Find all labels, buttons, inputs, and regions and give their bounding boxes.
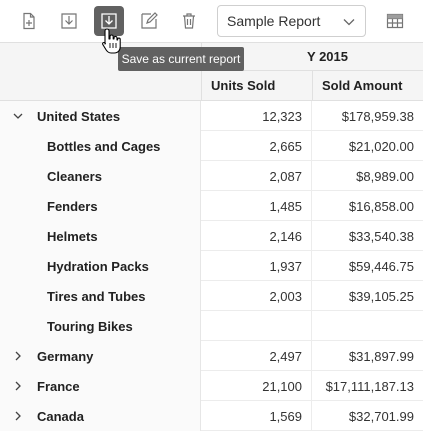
row-label: Cleaners bbox=[47, 168, 102, 184]
sold-amount-label: Sold Amount bbox=[322, 78, 403, 93]
new-report-icon bbox=[23, 12, 35, 30]
row-label: Touring Bikes bbox=[47, 318, 133, 334]
units-sold-cell[interactable]: 1,937 bbox=[201, 251, 312, 281]
tooltip-text: Save as current report bbox=[121, 52, 241, 66]
table-row: United States 12,323 $178,959.38 bbox=[0, 101, 423, 131]
year-header-label: Y 2015 bbox=[307, 49, 348, 64]
row-label: United States bbox=[37, 108, 121, 124]
pivot-grid: Y 2015 Units Sold Sold Amount United Sta… bbox=[0, 42, 423, 432]
units-sold-cell[interactable]: 2,665 bbox=[201, 131, 312, 161]
sold-amount-cell[interactable]: $39,105.25 bbox=[312, 281, 423, 311]
row-label: Bottles and Cages bbox=[47, 138, 161, 154]
table-row: Cleaners 2,087 $8,989.00 bbox=[0, 161, 423, 191]
chevron-right-icon[interactable] bbox=[12, 350, 24, 362]
row-label: Canada bbox=[37, 408, 84, 424]
grid-icon bbox=[386, 13, 404, 29]
edit-icon bbox=[141, 12, 158, 29]
row-header-cell[interactable]: United States bbox=[0, 101, 201, 131]
row-header-cell[interactable]: Fenders bbox=[0, 191, 201, 221]
row-header-cell[interactable]: Germany bbox=[0, 341, 201, 371]
units-sold-cell[interactable]: 2,087 bbox=[201, 161, 312, 191]
units-sold-cell[interactable]: 21,100 bbox=[201, 371, 312, 401]
sold-amount-cell[interactable]: $59,446.75 bbox=[312, 251, 423, 281]
chevron-down-icon bbox=[343, 19, 355, 26]
table-row: Bottles and Cages 2,665 $21,020.00 bbox=[0, 131, 423, 161]
table-row: Germany 2,497 $31,897.99 bbox=[0, 341, 423, 371]
sold-amount-header[interactable]: Sold Amount bbox=[312, 71, 423, 101]
sold-amount-cell[interactable]: $31,897.99 bbox=[312, 341, 423, 371]
report-select-value: Sample Report bbox=[227, 13, 321, 29]
units-sold-cell[interactable]: 2,497 bbox=[201, 341, 312, 371]
save-icon bbox=[61, 13, 77, 29]
row-header-cell[interactable]: France bbox=[0, 371, 201, 401]
sold-amount-cell[interactable]: $178,959.38 bbox=[312, 101, 423, 131]
chevron-right-icon[interactable] bbox=[12, 410, 24, 422]
sold-amount-cell[interactable] bbox=[312, 311, 423, 341]
rename-report-button[interactable] bbox=[134, 6, 164, 36]
hand-cursor-icon bbox=[102, 28, 121, 54]
grid-rows: United States 12,323 $178,959.38 Bottles an… bbox=[0, 101, 423, 431]
chevron-right-icon[interactable] bbox=[12, 380, 24, 392]
row-header-cell[interactable]: Cleaners bbox=[0, 161, 201, 191]
sold-amount-cell[interactable]: $32,701.99 bbox=[312, 401, 423, 431]
grid-view-button[interactable] bbox=[380, 6, 410, 36]
save-report-button[interactable] bbox=[54, 6, 84, 36]
row-label: Fenders bbox=[47, 198, 98, 214]
units-sold-cell[interactable]: 1,485 bbox=[201, 191, 312, 221]
row-label: Germany bbox=[37, 348, 94, 364]
row-header-cell[interactable]: Canada bbox=[0, 401, 201, 431]
units-sold-cell[interactable]: 12,323 bbox=[201, 101, 312, 131]
row-header-cell[interactable]: Helmets bbox=[0, 221, 201, 251]
row-label: France bbox=[37, 378, 80, 394]
units-sold-header[interactable]: Units Sold bbox=[201, 71, 312, 101]
row-label: Hydration Packs bbox=[47, 258, 149, 274]
row-header-cell[interactable]: Touring Bikes bbox=[0, 311, 201, 341]
table-row: Touring Bikes bbox=[0, 311, 423, 341]
trash-icon bbox=[183, 13, 195, 29]
row-label: Tires and Tubes bbox=[47, 288, 146, 304]
sold-amount-cell[interactable]: $21,020.00 bbox=[312, 131, 423, 161]
table-row: Helmets 2,146 $33,540.38 bbox=[0, 221, 423, 251]
table-row: Tires and Tubes 2,003 $39,105.25 bbox=[0, 281, 423, 311]
row-header-cell[interactable]: Bottles and Cages bbox=[0, 131, 201, 161]
sold-amount-cell[interactable]: $8,989.00 bbox=[312, 161, 423, 191]
sold-amount-cell[interactable]: $16,858.00 bbox=[312, 191, 423, 221]
sold-amount-cell[interactable]: $17,111,187.13 bbox=[312, 371, 423, 401]
table-row: France 21,100 $17,111,187.13 bbox=[0, 371, 423, 401]
remove-report-button[interactable] bbox=[174, 6, 204, 36]
units-sold-cell[interactable]: 2,003 bbox=[201, 281, 312, 311]
units-sold-cell[interactable]: 1,569 bbox=[201, 401, 312, 431]
row-header-cell[interactable]: Hydration Packs bbox=[0, 251, 201, 281]
toolbar: Sample Report bbox=[0, 0, 423, 42]
units-sold-cell[interactable] bbox=[201, 311, 312, 341]
sold-amount-cell[interactable]: $33,540.38 bbox=[312, 221, 423, 251]
tooltip: Save as current report bbox=[118, 47, 244, 71]
units-sold-cell[interactable]: 2,146 bbox=[201, 221, 312, 251]
row-label: Helmets bbox=[47, 228, 98, 244]
report-select[interactable]: Sample Report bbox=[217, 5, 366, 37]
table-row: Fenders 1,485 $16,858.00 bbox=[0, 191, 423, 221]
chevron-down-icon[interactable] bbox=[12, 110, 24, 122]
table-row: Canada 1,569 $32,701.99 bbox=[0, 401, 423, 431]
row-header-cell[interactable]: Tires and Tubes bbox=[0, 281, 201, 311]
new-report-button[interactable] bbox=[14, 6, 44, 36]
units-sold-label: Units Sold bbox=[211, 78, 276, 93]
table-row: Hydration Packs 1,937 $59,446.75 bbox=[0, 251, 423, 281]
